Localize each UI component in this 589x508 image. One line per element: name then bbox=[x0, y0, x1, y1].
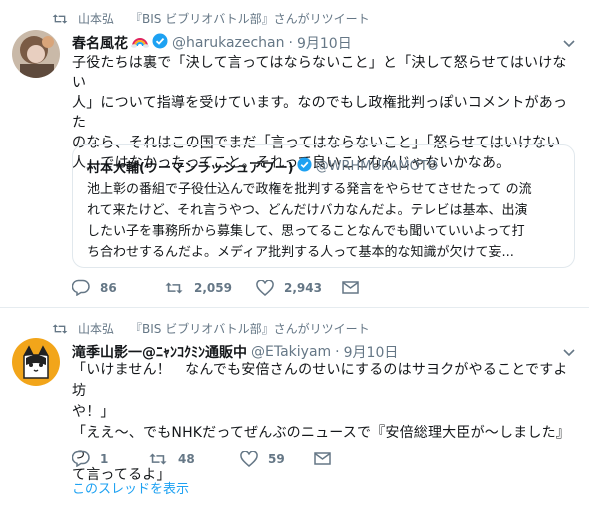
retweet-count: 2,059 bbox=[194, 280, 232, 295]
tweet-text-line: 子役たちは裏で「決して言ってはならないこと」と「決して怒らせてはいけない bbox=[72, 55, 567, 91]
like-button[interactable]: 59 bbox=[240, 450, 314, 467]
verified-badge-icon bbox=[152, 33, 168, 53]
like-count: 2,943 bbox=[284, 280, 322, 295]
quoted-tweet[interactable]: 村本大輔(ウーマンラッシュアワー) @WRHMURAMOTO 池上彰の番組で子役… bbox=[72, 144, 575, 268]
envelope-icon bbox=[342, 281, 359, 294]
retweet-count: 48 bbox=[178, 451, 195, 466]
quoted-text-line: れて来たけど、それ言うやつ、どんだけバカなんだよ。テレビは基本、出演 bbox=[87, 203, 528, 218]
quoted-tweet-text: 池上彰の番組で子役仕込んで政権を批判する発言をやらせてさせたって の流 れて来た… bbox=[87, 179, 562, 263]
chevron-down-icon[interactable] bbox=[563, 34, 575, 52]
show-thread-link[interactable]: このスレッドを表示 bbox=[72, 478, 189, 497]
retweet-button[interactable]: 2,059 bbox=[164, 281, 256, 295]
reply-icon bbox=[72, 279, 90, 296]
quoted-text-line: したい子を事務所から募集して、思ってることなんでも聞いていいよって打 bbox=[87, 224, 525, 239]
direct-message-button[interactable] bbox=[314, 452, 341, 465]
tweet-actions: 1 48 59 bbox=[72, 450, 341, 467]
reply-icon bbox=[72, 450, 90, 467]
retweet-icon bbox=[149, 453, 167, 464]
separator-dot: · bbox=[335, 344, 340, 360]
like-button[interactable]: 2,943 bbox=[256, 279, 342, 296]
display-name[interactable]: 春名風花 bbox=[72, 33, 128, 53]
retweet-icon bbox=[52, 13, 68, 24]
direct-message-button[interactable] bbox=[342, 281, 369, 294]
display-name[interactable]: 滝季山影一@ﾆｬﾝｺｸﾐﾝ通販中 bbox=[72, 342, 247, 362]
user-handle[interactable]: @ETakiyam bbox=[251, 344, 331, 360]
quoted-user-handle: @WRHMURAMOTO bbox=[315, 159, 439, 174]
chevron-down-icon[interactable] bbox=[563, 343, 575, 361]
tweet[interactable]: 山本弘 『BIS ビブリオバトル部』さんがリツイート 春名風花 @harukaz… bbox=[0, 0, 589, 308]
tweet-text-line: 「いけません！ なんでも安倍さんのせいにするのはサヨクがやることですよ坊 bbox=[72, 362, 568, 399]
reply-button[interactable]: 86 bbox=[72, 279, 164, 296]
retweet-icon bbox=[165, 282, 183, 293]
quoted-tweet-header: 村本大輔(ウーマンラッシュアワー) @WRHMURAMOTO bbox=[87, 157, 438, 176]
quoted-display-name: 村本大輔(ウーマンラッシュアワー) bbox=[87, 161, 294, 176]
reply-count: 86 bbox=[100, 280, 117, 295]
like-count: 59 bbox=[268, 451, 285, 466]
user-handle[interactable]: @harukazechan bbox=[172, 35, 285, 51]
envelope-icon bbox=[314, 452, 331, 465]
retweeter-name[interactable]: 山本弘 bbox=[78, 320, 114, 337]
tweet-actions: 86 2,059 2,943 bbox=[72, 279, 369, 296]
quoted-text-line: 池上彰の番組で子役仕込んで政権を批判する発言をやらせてさせたって の流 bbox=[87, 182, 532, 197]
retweet-icon bbox=[52, 323, 68, 334]
retweet-context: 山本弘 『BIS ビブリオバトル部』さんがリツイート bbox=[52, 320, 370, 337]
heart-icon bbox=[240, 450, 258, 467]
separator-dot: · bbox=[288, 35, 293, 51]
tweet-timestamp[interactable]: 9月10日 bbox=[344, 342, 399, 362]
heart-icon bbox=[256, 279, 274, 296]
tweet-header: 滝季山影一@ﾆｬﾝｺｸﾐﾝ通販中 @ETakiyam · 9月10日 bbox=[72, 342, 577, 362]
retweet-button[interactable]: 48 bbox=[148, 452, 240, 466]
reply-count: 1 bbox=[100, 451, 109, 466]
retweet-source: 『BIS ビブリオバトル部』さんがリツイート bbox=[130, 12, 370, 26]
tweet-header: 春名風花 @harukazechan · 9月10日 bbox=[72, 33, 577, 53]
tweet-timestamp[interactable]: 9月10日 bbox=[297, 33, 352, 53]
reply-button[interactable]: 1 bbox=[72, 450, 148, 467]
verified-badge-icon bbox=[297, 157, 312, 176]
rainbow-emoji-icon bbox=[131, 34, 149, 52]
retweet-context: 山本弘 『BIS ビブリオバトル部』さんがリツイート bbox=[52, 10, 370, 27]
retweeter-name[interactable]: 山本弘 bbox=[78, 10, 114, 27]
avatar[interactable] bbox=[12, 30, 60, 78]
tweet-text-line: 人」について指導を受けています。なのでもし政権批判っぽいコメントがあった bbox=[72, 95, 568, 131]
tweet-text: 「いけません！ なんでも安倍さんのせいにするのはサヨクがやることですよ坊 や！」… bbox=[72, 360, 573, 486]
avatar[interactable] bbox=[12, 338, 60, 386]
tweet-text-line: や！」 bbox=[72, 404, 115, 420]
retweet-source: 『BIS ビブリオバトル部』さんがリツイート bbox=[130, 322, 370, 336]
quoted-text-line: ち合わせするんだよ。メディア批判する人って基本的な知識が欠けて妄... bbox=[87, 245, 514, 260]
